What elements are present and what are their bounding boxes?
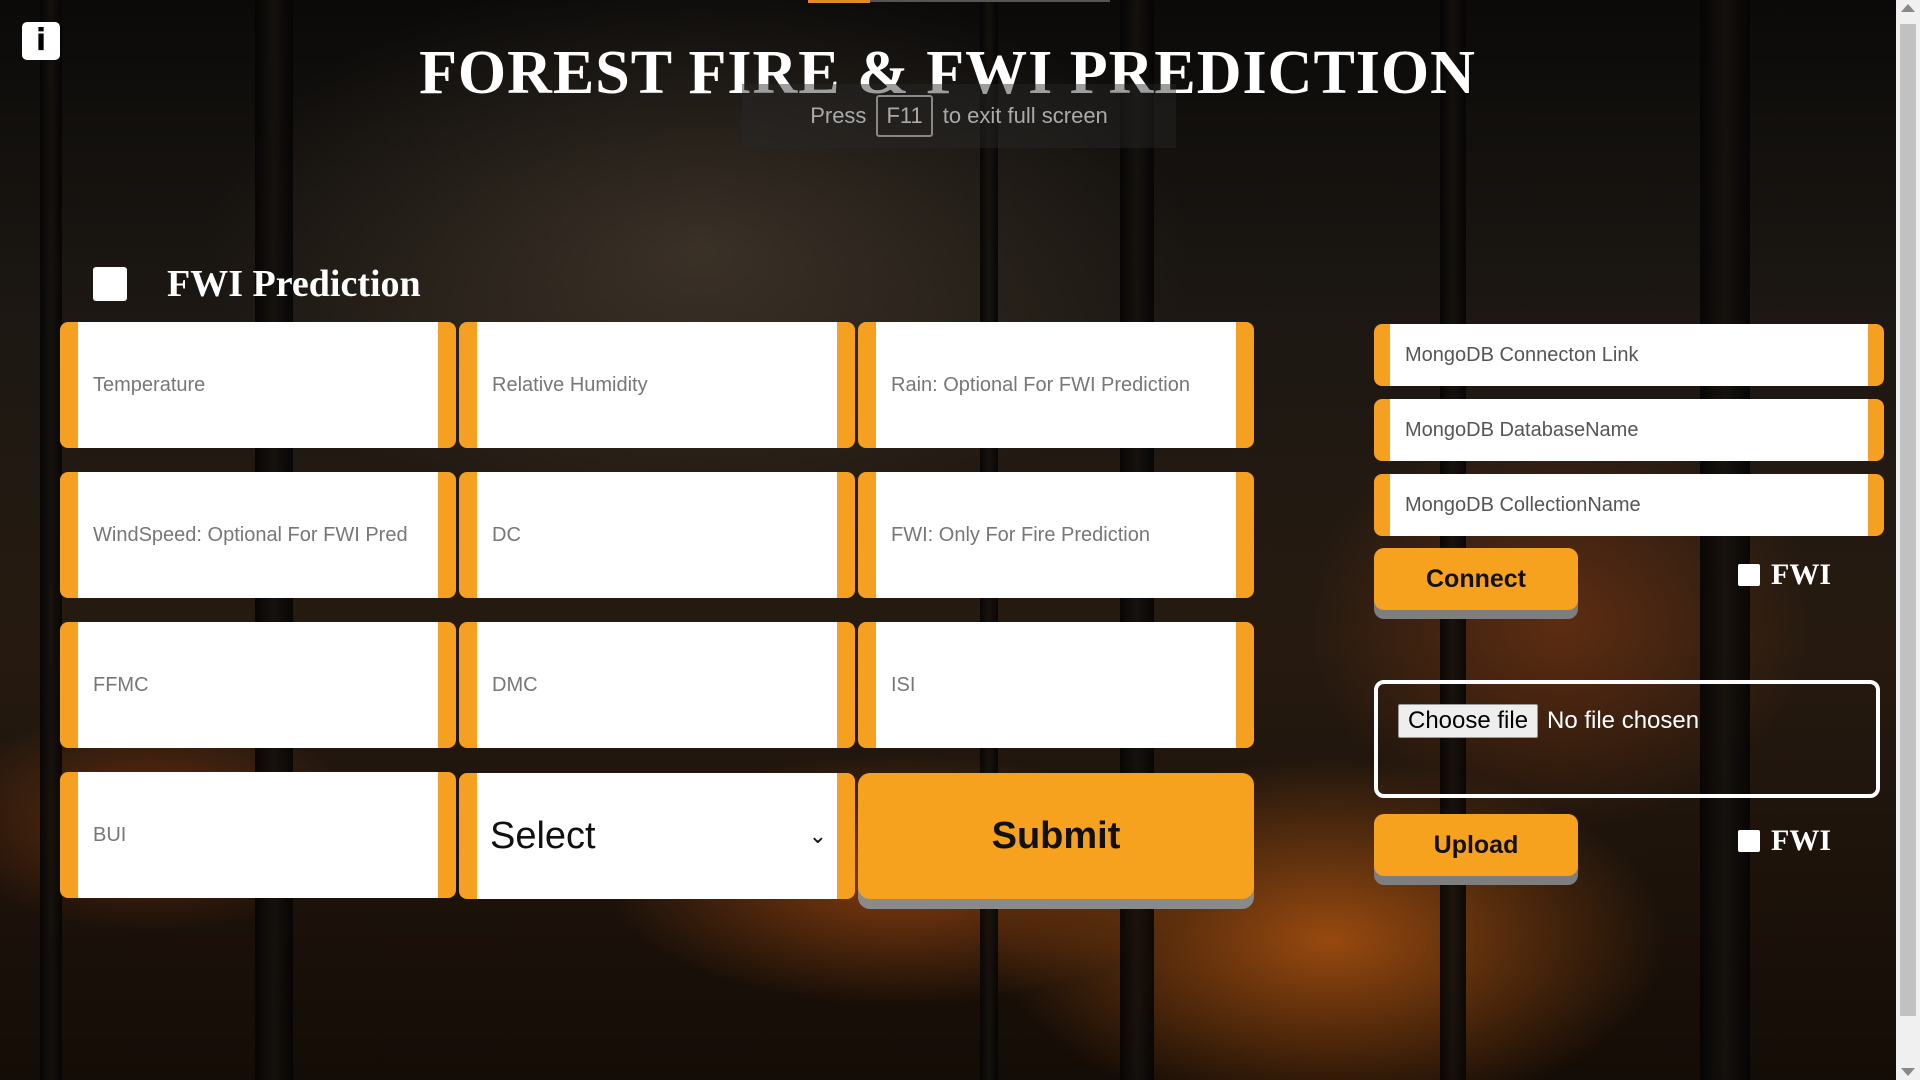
mongodb-database-field	[1374, 399, 1884, 461]
humidity-input[interactable]	[490, 372, 837, 398]
isi-field	[858, 622, 1254, 748]
top-accent-bar	[808, 0, 870, 3]
connect-fwi-label: FWI	[1771, 558, 1831, 591]
dc-field	[459, 472, 855, 598]
temperature-input[interactable]	[91, 372, 438, 398]
connect-button[interactable]: Connect	[1374, 548, 1578, 610]
scroll-thumb[interactable]	[1900, 24, 1916, 1016]
dmc-input[interactable]	[490, 672, 837, 698]
rain-field	[858, 322, 1254, 448]
scroll-down-arrow-icon[interactable]	[1901, 1068, 1915, 1076]
fullscreen-notice: Press F11 to exit full screen	[742, 84, 1176, 148]
mongodb-collection-field	[1374, 474, 1884, 536]
bui-field	[60, 772, 456, 898]
connect-fwi-checkbox[interactable]	[1738, 564, 1760, 586]
top-accent-line	[870, 0, 1110, 2]
isi-input[interactable]	[889, 672, 1236, 698]
mongodb-link-field	[1374, 324, 1884, 386]
scroll-up-arrow-icon[interactable]	[1901, 4, 1915, 12]
mongodb-link-input[interactable]	[1403, 342, 1868, 368]
fwi-prediction-toggle: FWI Prediction	[93, 262, 421, 306]
fullscreen-key: F11	[876, 95, 933, 137]
chevron-down-icon: ⌄	[808, 823, 827, 848]
fullscreen-press-text: Press	[810, 103, 867, 128]
bui-input[interactable]	[91, 822, 438, 848]
windspeed-input[interactable]	[91, 522, 438, 548]
temperature-field	[60, 322, 456, 448]
file-upload-box: Choose file No file chosen	[1374, 680, 1880, 798]
ffmc-field	[60, 622, 456, 748]
upload-fwi-checkbox[interactable]	[1738, 830, 1760, 852]
windspeed-field	[60, 472, 456, 598]
fwi-field	[858, 472, 1254, 598]
background-tree	[1700, 0, 1750, 1080]
background-tree	[40, 0, 62, 1080]
upload-button[interactable]: Upload	[1374, 814, 1578, 876]
fwi-input[interactable]	[889, 522, 1236, 548]
ffmc-input[interactable]	[91, 672, 438, 698]
mongodb-database-input[interactable]	[1403, 417, 1868, 443]
fullscreen-suffix-text: to exit full screen	[942, 103, 1108, 128]
no-file-text: No file chosen	[1547, 707, 1700, 734]
humidity-field	[459, 322, 855, 448]
dmc-field	[459, 622, 855, 748]
prediction-select-value: Select	[490, 814, 596, 857]
vertical-scrollbar[interactable]	[1896, 0, 1920, 1080]
dc-input[interactable]	[490, 522, 837, 548]
background-tree	[1440, 0, 1466, 1080]
fwi-prediction-label: FWI Prediction	[167, 263, 421, 305]
prediction-select[interactable]: Select ⌄	[459, 773, 855, 899]
choose-file-button[interactable]: Choose file	[1398, 704, 1539, 738]
submit-button[interactable]: Submit	[858, 773, 1254, 899]
rain-input[interactable]	[889, 372, 1236, 398]
upload-fwi-label: FWI	[1771, 824, 1831, 857]
mongodb-collection-input[interactable]	[1403, 492, 1868, 518]
fwi-prediction-checkbox[interactable]	[93, 267, 127, 301]
